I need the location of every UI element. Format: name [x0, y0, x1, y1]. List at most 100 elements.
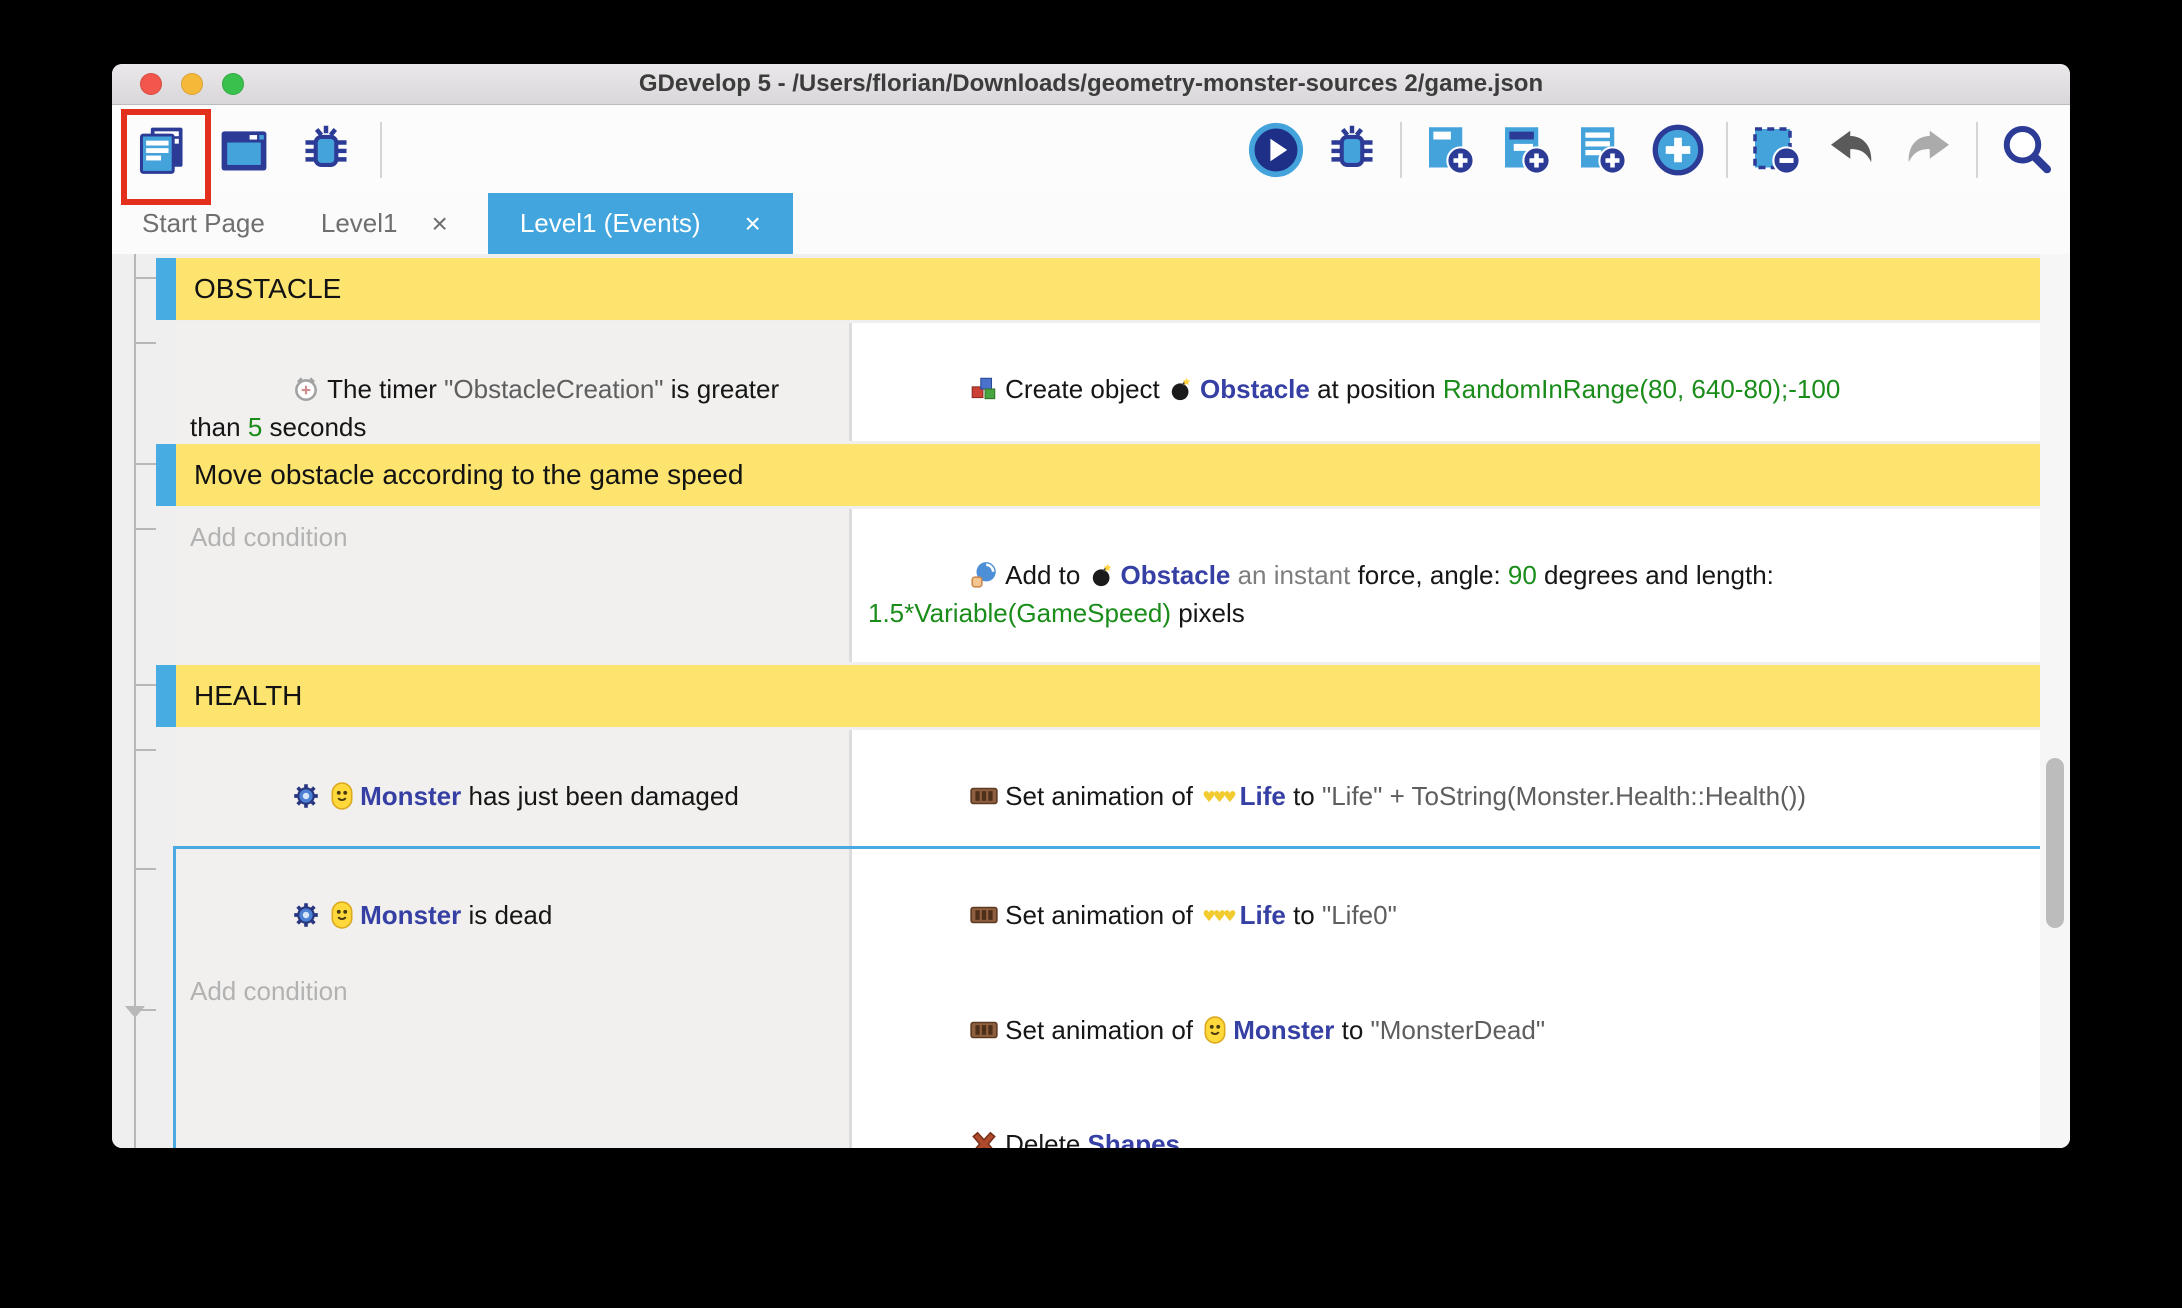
expression-text: 5 [248, 412, 262, 441]
tab-label: Level1 [321, 208, 398, 239]
text-segment: to [1286, 781, 1322, 811]
editor-tabs: Start Page Level1 × Level1 (Events) × [112, 193, 2070, 254]
add-force-icon [969, 560, 999, 590]
param-text: an instant [1230, 560, 1357, 590]
text-segment: is dead [461, 900, 552, 930]
tab-label: Level1 (Events) [520, 208, 701, 239]
action-instruction[interactable]: Set animation of Monster to "MonsterDead… [868, 973, 2024, 1087]
window-title: GDevelop 5 - /Users/florian/Downloads/ge… [112, 64, 2070, 104]
text-segment: The timer [327, 374, 444, 404]
scrollbar-thumb[interactable] [2046, 758, 2064, 928]
action-instruction[interactable]: Set animation of ♥♥♥Life to "Life0" [868, 858, 2024, 973]
object-name: Monster [360, 781, 461, 811]
expression-text: 1.5*Variable(GameSpeed) [868, 598, 1171, 628]
actions-cell: Set animation of ♥♥♥Life to "Life0" Set … [852, 849, 2040, 1148]
toolbar-separator [1400, 122, 1402, 178]
group-header-health[interactable]: HEALTH [176, 665, 2040, 727]
add-event-icon[interactable] [1422, 122, 1478, 178]
actions-cell: Set animation of ♥♥♥Life to "Life" + ToS… [852, 730, 2040, 846]
delete-selection-icon[interactable] [1748, 122, 1804, 178]
red-highlight-box [121, 109, 211, 205]
life-object-icon: ♥♥♥ [1202, 788, 1233, 806]
delete-object-icon [969, 1129, 999, 1148]
launch-preview-icon[interactable] [1248, 122, 1304, 178]
condition-instruction[interactable]: Monster is dead [190, 858, 835, 972]
animation-icon [969, 1015, 999, 1045]
action-instruction[interactable]: Delete Shapes [868, 1087, 2024, 1148]
action-instruction[interactable]: Add to Obstacle an instant force, angle:… [868, 518, 2024, 662]
object-name: Life [1240, 781, 1286, 811]
add-condition-button[interactable]: Add condition [190, 972, 835, 1010]
group-title: HEALTH [194, 680, 302, 712]
minimize-window-button[interactable] [181, 73, 203, 95]
desktop-background: GDevelop 5 - /Users/florian/Downloads/ge… [0, 0, 2182, 1308]
condition-instruction[interactable]: Monster has just been damaged [190, 739, 835, 846]
timer-icon [291, 374, 321, 404]
redo-icon[interactable] [1900, 122, 1956, 178]
text-segment: Add to [1005, 560, 1087, 590]
events-sheet: OBSTACLE The timer "ObstacleCreation" is… [112, 254, 2070, 1148]
undo-icon[interactable] [1824, 122, 1880, 178]
event-row[interactable]: Add condition Add to Obstacle an instant… [176, 509, 2040, 662]
text-segment: pixels [1171, 598, 1245, 628]
object-name: Life [1240, 900, 1286, 930]
zoom-window-button[interactable] [222, 73, 244, 95]
tab-label: Start Page [142, 208, 265, 239]
close-window-button[interactable] [140, 73, 162, 95]
param-text: "ObstacleCreation" [444, 374, 663, 404]
add-subevent-icon[interactable] [1498, 122, 1554, 178]
add-condition-button[interactable]: Add condition [190, 518, 835, 556]
monster-object-icon [329, 782, 355, 810]
object-name: Monster [360, 900, 461, 930]
group-header-obstacle[interactable]: OBSTACLE [176, 258, 2040, 320]
vertical-scrollbar[interactable] [2040, 254, 2070, 1148]
group-header-move-obstacle[interactable]: Move obstacle according to the game spee… [176, 444, 2040, 506]
animation-icon [969, 781, 999, 811]
event-side-bar [156, 444, 176, 506]
close-tab-icon[interactable]: × [745, 208, 761, 240]
action-instruction[interactable]: Set animation of ♥♥♥Life to "Life" + ToS… [868, 739, 2024, 846]
text-segment: to [1286, 900, 1322, 930]
add-more-events-icon[interactable] [1650, 122, 1706, 178]
action-instruction[interactable]: Create object Obstacle at position Rando… [868, 332, 2024, 441]
events-list: OBSTACLE The timer "ObstacleCreation" is… [176, 258, 2040, 1148]
tab-level1-scene[interactable]: Level1 × [321, 193, 448, 254]
debugger-icon[interactable] [298, 122, 354, 178]
conditions-cell: Monster has just been damaged Add condit… [176, 730, 852, 846]
group-title: OBSTACLE [194, 273, 341, 305]
event-row[interactable]: Monster has just been damaged Add condit… [176, 730, 2040, 846]
bomb-object-icon [1090, 561, 1116, 589]
gdevelop-window: GDevelop 5 - /Users/florian/Downloads/ge… [112, 64, 2070, 1148]
text-segment: Set animation of [1005, 1015, 1200, 1045]
tab-level1-events[interactable]: Level1 (Events) × [488, 193, 793, 254]
actions-cell: Create object Obstacle at position Rando… [852, 323, 2040, 441]
event-row[interactable]: The timer "ObstacleCreation" is greater … [176, 323, 2040, 441]
condition-instruction[interactable]: The timer "ObstacleCreation" is greater … [190, 332, 835, 441]
event-side-bar [156, 258, 176, 320]
monster-object-icon [1202, 1016, 1228, 1044]
bomb-object-icon [1169, 375, 1195, 403]
conditions-cell: Monster is dead Add condition [176, 849, 852, 1148]
main-toolbar [112, 105, 2070, 193]
expression-text: "Life" + ToString(Monster.Health::Health… [1322, 781, 1806, 811]
toolbar-separator [380, 122, 382, 178]
traffic-lights [140, 73, 244, 95]
text-segment: Set animation of [1005, 900, 1200, 930]
behavior-gear-icon [291, 900, 321, 930]
expression-text: "Life0" [1322, 900, 1397, 930]
event-row-selected[interactable]: Monster is dead Add condition Set animat… [176, 849, 2040, 1148]
text-segment: Delete [1005, 1129, 1087, 1148]
add-comment-icon[interactable] [1574, 122, 1630, 178]
preview-debugger-icon[interactable] [1324, 122, 1380, 178]
text-segment: at position [1310, 374, 1443, 404]
text-segment: has just been damaged [461, 781, 739, 811]
expression-text: "MonsterDead" [1371, 1015, 1546, 1045]
toolbar-separator [1976, 122, 1978, 178]
search-events-icon[interactable] [1998, 122, 2054, 178]
create-object-icon [969, 374, 999, 404]
close-tab-icon[interactable]: × [431, 208, 447, 240]
text-segment: to [1334, 1015, 1370, 1045]
object-name: Obstacle [1121, 560, 1231, 590]
scene-editor-icon[interactable] [216, 122, 272, 178]
text-segment: degrees and length: [1537, 560, 1781, 590]
